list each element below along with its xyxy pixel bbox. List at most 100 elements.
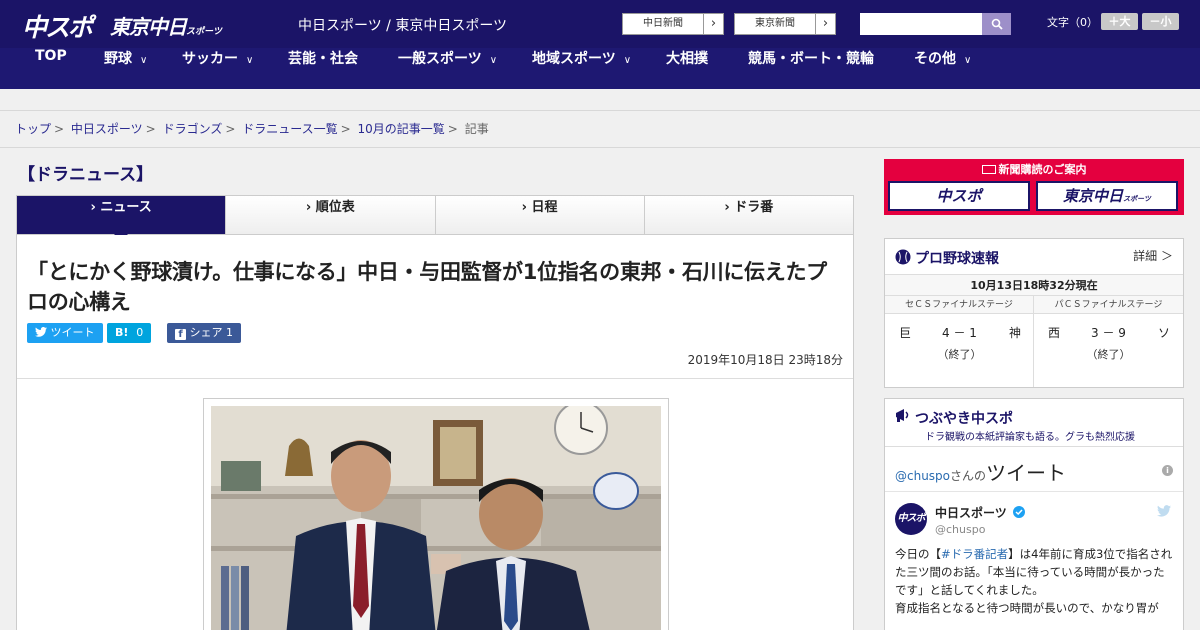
game-score-card[interactable]: 西 3 － 9 ソ （終了） (1034, 314, 1183, 387)
info-icon[interactable]: i (1162, 465, 1173, 476)
tweet-label: ツイート (50, 326, 95, 339)
nav-item-other[interactable]: その他 ∨ (914, 48, 971, 89)
nav-item-label: 芸能・社会 (288, 51, 358, 67)
section-title: 【ドラニュース】 (18, 165, 154, 185)
nav-item-soccer[interactable]: サッカー ∨ (182, 48, 253, 89)
game-status: （終了） (937, 348, 982, 361)
promo-tokyo-text: 東京中日 (1063, 187, 1124, 205)
breadcrumb-link[interactable]: 10月の記事一覧 (358, 122, 445, 136)
chevron-right-icon: › (815, 14, 835, 34)
nav-item-label: 地域スポーツ (532, 51, 616, 67)
chevron-down-icon: ∨ (140, 55, 148, 66)
nav-item-general-sports[interactable]: 一般スポーツ ∨ (398, 48, 497, 89)
game-status: （終了） (1086, 348, 1131, 361)
search-icon (991, 18, 1003, 30)
nav-item-local-sports[interactable]: 地域スポーツ ∨ (532, 48, 631, 89)
tab-schedule[interactable]: › 日程 (435, 196, 645, 234)
author-name-text: 中日スポーツ (935, 506, 1007, 520)
nav-item-label: 競馬・ボート・競輪 (748, 51, 874, 67)
avatar[interactable]: 中スポ (895, 503, 927, 535)
tab-news[interactable]: › ニュース (17, 196, 227, 241)
megaphone-icon (896, 409, 909, 422)
hashtag-link[interactable]: #ドラ番記者 (941, 547, 1008, 561)
search-button[interactable] (982, 13, 1011, 35)
chevron-right-icon: › (703, 14, 723, 34)
tokyo-chunichi-logo[interactable]: 東京中日スポーツ (110, 11, 222, 40)
hatena-bookmark-button[interactable]: B! 0 (107, 323, 152, 343)
scores-timestamp: 10月13日18時32分現在 (885, 274, 1183, 296)
tweet-author-name[interactable]: 中日スポーツ (935, 504, 1025, 521)
promo-tokyo-sub: スポーツ (1123, 195, 1151, 203)
divider (17, 378, 853, 379)
nav-item-label: 一般スポーツ (398, 51, 482, 67)
breadcrumb-separator: > (145, 122, 156, 136)
game-score-card[interactable]: 巨 4 － 1 神 （終了） (885, 314, 1034, 387)
nav-item-sumo[interactable]: 大相撲 (666, 48, 708, 89)
promo-title-text: 新聞購読のご案内 (998, 163, 1087, 176)
nav-item-label: サッカー (182, 51, 238, 67)
chuspo-logo[interactable]: 中スポ (22, 8, 93, 44)
site-name: 中日スポーツ / 東京中日スポーツ (298, 18, 508, 34)
handle-suffix: さんの (950, 469, 987, 483)
top-header: 中スポ 東京中日スポーツ 中日スポーツ / 東京中日スポーツ 中日新聞 › 東京… (0, 0, 1200, 48)
article: 「とにかく野球漬け。仕事になる」中日・与田監督が1位指名の東邦・石川に伝えたプロ… (16, 235, 854, 630)
facebook-share-button[interactable]: f シェア 1 (167, 323, 241, 343)
divider (885, 491, 1183, 492)
twitter-widget: つぶやき中スポ ドラ観戦の本紙評論家も語る。グラも熱烈応援 @chuspoさんの… (884, 398, 1184, 630)
facebook-share-label: シェア (189, 326, 223, 339)
article-photo-image (211, 406, 661, 630)
twitter-widget-title: つぶやき中スポ (915, 411, 1013, 427)
nav-item-racing[interactable]: 競馬・ボート・競輪 (748, 48, 874, 89)
newspaper-icon (981, 165, 996, 174)
article-photo[interactable] (211, 406, 661, 630)
breadcrumb-link[interactable]: トップ (15, 122, 51, 136)
font-larger-button[interactable]: ＋大 (1101, 13, 1138, 30)
nav-item-top[interactable]: TOP (35, 48, 67, 89)
twitter-widget-subtitle: ドラ観戦の本紙評論家も語る。グラも熱烈応援 (925, 432, 1135, 443)
hatena-icon: B! (115, 326, 129, 339)
twitter-bird-icon[interactable] (1157, 505, 1171, 517)
tokyo-logo-sub: スポーツ (186, 27, 222, 37)
promo-title: 新聞購読のご案内 (884, 161, 1184, 177)
font-smaller-button[interactable]: －小 (1142, 13, 1179, 30)
tweet-button[interactable]: ツイート (27, 323, 103, 343)
tokyo-logo-text: 東京中日 (110, 15, 187, 39)
tab-dora-ban[interactable]: › ドラ番 (644, 196, 853, 234)
section-tabs: › ニュース › 順位表 › 日程 › ドラ番 (16, 195, 854, 241)
divider (885, 446, 1183, 447)
breadcrumb-link[interactable]: 中日スポーツ (71, 122, 143, 136)
tweet-text-more: 育成指名となると待つ時間が長いので、かなり胃が (895, 601, 1159, 615)
subscription-promo[interactable]: 新聞購読のご案内 中スポ 東京中日スポーツ (884, 159, 1184, 215)
baseball-scores-panel: プロ野球速報 詳細 ＞ 10月13日18時32分現在 セＣＳファイナルステージ … (884, 238, 1184, 388)
tweets-heading: ツイート (986, 461, 1067, 485)
nav-item-label: TOP (35, 48, 67, 64)
breadcrumb-link[interactable]: ドラニュース一覧 (242, 122, 337, 136)
chevron-down-icon: ∨ (623, 55, 632, 66)
paper-link-label: 東京新聞 (755, 18, 795, 29)
nav-item-entertainment[interactable]: 芸能・社会 (288, 48, 358, 89)
breadcrumb: トップ > 中日スポーツ > ドラゴンズ > ドラニュース一覧 > 10月の記事一覧 > … (0, 110, 1200, 148)
breadcrumb-separator: > (54, 122, 65, 136)
chunichi-shimbun-link[interactable]: 中日新聞 › (622, 13, 724, 35)
facebook-icon: f (175, 329, 186, 340)
scores-header: プロ野球速報 詳細 ＞ (885, 239, 1183, 274)
tokyo-shimbun-link[interactable]: 東京新聞 › (734, 13, 836, 35)
nav-item-label: その他 (914, 51, 956, 67)
nav-item-baseball[interactable]: 野球 ∨ (104, 48, 147, 89)
game-stage: パＣＳファイナルステージ (1034, 296, 1183, 314)
facebook-share-count: 1 (226, 326, 233, 339)
breadcrumb-link[interactable]: ドラゴンズ (163, 122, 223, 136)
tweet-author-handle[interactable]: @chuspo (935, 523, 985, 536)
tweet-text-pre: 今日の【 (895, 547, 941, 561)
article-date: 2019年10月18日 23時18分 (687, 353, 843, 367)
promo-tokyo-chunichi[interactable]: 東京中日スポーツ (1036, 181, 1178, 211)
tab-standings[interactable]: › 順位表 (226, 196, 436, 234)
away-team: 神 (1009, 326, 1022, 340)
twitter-handle-link[interactable]: @chuspo (895, 469, 950, 483)
main-nav: TOP 野球 ∨ サッカー ∨ 芸能・社会 一般スポーツ ∨ 地域スポーツ ∨ 大相撲 … (0, 48, 1200, 89)
promo-chuspo[interactable]: 中スポ (888, 181, 1030, 211)
search-input[interactable] (860, 13, 982, 35)
chevron-down-icon: ∨ (964, 55, 972, 66)
scores-detail-link[interactable]: 詳細 ＞ (1133, 247, 1173, 264)
away-team: ソ (1158, 326, 1171, 340)
